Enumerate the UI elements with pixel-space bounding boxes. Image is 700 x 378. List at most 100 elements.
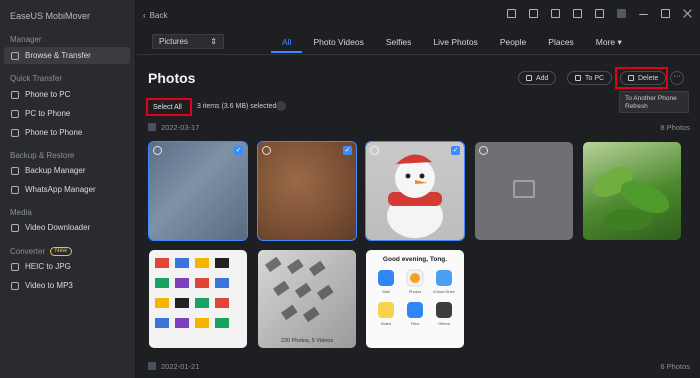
photo-thumbnail[interactable]: ✓ <box>148 141 248 241</box>
minimize-icon[interactable] <box>639 9 648 15</box>
tab-more[interactable]: More ▾ <box>585 37 633 48</box>
tabs-divider <box>137 54 700 55</box>
sidebar-item-pc-to-phone[interactable]: PC to Phone <box>4 105 130 122</box>
title-bar: ‹ Back <box>137 0 700 30</box>
sidebar-item-phone-to-pc[interactable]: Phone to PC <box>4 86 130 103</box>
tab-places[interactable]: Places <box>537 37 585 48</box>
checkmark-icon[interactable]: ✓ <box>343 146 352 155</box>
add-label: Add <box>536 74 549 82</box>
tab-selfies[interactable]: Selfies <box>375 37 423 48</box>
photo-thumbnail[interactable] <box>475 142 573 240</box>
sidebar-item-label: Video to MP3 <box>25 281 73 290</box>
photo-thumbnail[interactable]: 220 Photos, 5 Videos <box>258 250 356 348</box>
group-count: 8 Photos <box>660 123 690 132</box>
photo-thumbnail[interactable]: Good evening, Tong. Mail Photos iCloud D… <box>366 250 464 348</box>
live-photo-icon <box>370 146 379 155</box>
tab-people[interactable]: People <box>489 37 537 48</box>
search-icon[interactable] <box>276 101 286 111</box>
group-checkbox[interactable] <box>148 362 156 370</box>
chevron-left-icon: ‹ <box>143 11 146 20</box>
shirt-icon[interactable] <box>573 9 582 18</box>
folder-icon <box>11 51 19 60</box>
image-placeholder-icon <box>513 180 535 198</box>
group-date: 2022-03-17 <box>161 123 200 132</box>
updown-icon: ⇕ <box>210 37 217 46</box>
more-dropdown[interactable]: To Another Phone Refresh <box>619 91 689 113</box>
sidebar-item-label: Phone to Phone <box>25 128 83 137</box>
group-checkbox[interactable] <box>148 123 156 131</box>
back-button[interactable]: ‹ Back <box>143 11 167 20</box>
sidebar-item-label: Phone to PC <box>25 90 71 99</box>
share-label: iCloud Drive <box>433 289 455 294</box>
tab-photo-videos[interactable]: Photo Videos <box>302 37 374 48</box>
category-select[interactable]: Pictures ⇕ <box>152 34 224 49</box>
divider <box>617 9 626 18</box>
checkmark-icon[interactable]: ✓ <box>234 146 243 155</box>
device-icon[interactable] <box>507 9 516 18</box>
add-button[interactable]: Add <box>518 71 557 85</box>
sidebar-item-label: Backup Manager <box>25 166 86 175</box>
bell-icon[interactable] <box>551 9 560 18</box>
close-icon[interactable] <box>683 9 692 18</box>
menu-icon[interactable] <box>595 9 604 18</box>
page-title: Photos <box>148 70 196 86</box>
new-badge: New <box>50 247 73 256</box>
app-window: EaseUS MobiMover Manager Browse & Transf… <box>0 0 700 378</box>
maximize-icon[interactable] <box>661 9 670 18</box>
phone-icon <box>11 90 19 99</box>
sidebar-item-backup-manager[interactable]: Backup Manager <box>4 162 130 179</box>
sidebar-item-video-downloader[interactable]: Video Downloader <box>4 219 130 236</box>
sidebar-item-label: PC to Phone <box>25 109 71 118</box>
share-label: Mail <box>382 289 390 294</box>
select-all-highlight <box>146 98 192 116</box>
greeting-text: Good evening, Tong. <box>382 256 448 263</box>
sidebar-item-label: HEIC to JPG <box>25 262 71 271</box>
share-label: Others <box>437 321 450 326</box>
pc-icon <box>11 109 19 118</box>
keyboard-image <box>264 256 334 323</box>
share-label: Photos <box>408 289 422 294</box>
sidebar-item-label: Browse & Transfer <box>25 51 91 60</box>
sidebar-item-video-to-mp3[interactable]: Video to MP3 <box>4 277 130 294</box>
tab-live-photos[interactable]: Live Photos <box>422 37 488 48</box>
photo-thumbnail[interactable]: ✓ <box>365 141 465 241</box>
group-date: 2022-01-21 <box>161 362 200 371</box>
live-photo-icon <box>153 146 162 155</box>
checkmark-icon[interactable]: ✓ <box>451 146 460 155</box>
delete-highlight <box>615 67 668 89</box>
sidebar-item-phone-to-phone[interactable]: Phone to Phone <box>4 124 130 141</box>
photo-thumbnail[interactable] <box>149 250 247 348</box>
sidebar-item-whatsapp-manager[interactable]: WhatsApp Manager <box>4 181 130 198</box>
sidebar-item-label: Video Downloader <box>25 223 91 232</box>
category-select-value: Pictures <box>159 37 188 46</box>
whatsapp-icon <box>11 185 19 194</box>
plus-icon <box>526 75 532 81</box>
to-pc-label: To PC <box>585 74 605 82</box>
plant-image <box>593 166 670 231</box>
share-sheet-image <box>378 269 452 318</box>
selection-summary: 3 items (3.6 MB) selected <box>197 103 277 110</box>
toolbox-icon[interactable] <box>529 9 538 18</box>
group-count: 6 Photos <box>660 362 690 371</box>
sidebar-item-heic-to-jpg[interactable]: HEIC to JPG <box>4 258 130 275</box>
image-convert-icon <box>11 262 19 271</box>
more-options-button[interactable]: ··· <box>670 71 684 85</box>
section-label-quick-transfer: Quick Transfer <box>10 74 63 83</box>
snowman-image <box>387 154 443 238</box>
live-photo-icon <box>262 146 271 155</box>
photo-thumbnail[interactable]: ✓ <box>257 141 357 241</box>
window-controls <box>507 9 692 18</box>
to-pc-button[interactable]: To PC <box>567 71 613 85</box>
section-label-backup-restore: Backup & Restore <box>10 151 75 160</box>
filter-tabs: All Photo Videos Selfies Live Photos Peo… <box>271 37 633 53</box>
phones-icon <box>11 128 19 137</box>
group-header: 2022-03-17 8 Photos <box>148 122 690 134</box>
photo-thumbnail[interactable] <box>583 142 681 240</box>
sidebar: EaseUS MobiMover Manager Browse & Transf… <box>0 0 136 378</box>
music-icon <box>11 281 19 290</box>
group-header: 2022-01-21 6 Photos <box>148 361 690 373</box>
back-label: Back <box>149 11 168 20</box>
dropdown-item[interactable]: To Another Phone Refresh <box>625 95 677 110</box>
sidebar-item-browse-transfer[interactable]: Browse & Transfer <box>4 47 130 64</box>
tab-all[interactable]: All <box>271 37 303 53</box>
